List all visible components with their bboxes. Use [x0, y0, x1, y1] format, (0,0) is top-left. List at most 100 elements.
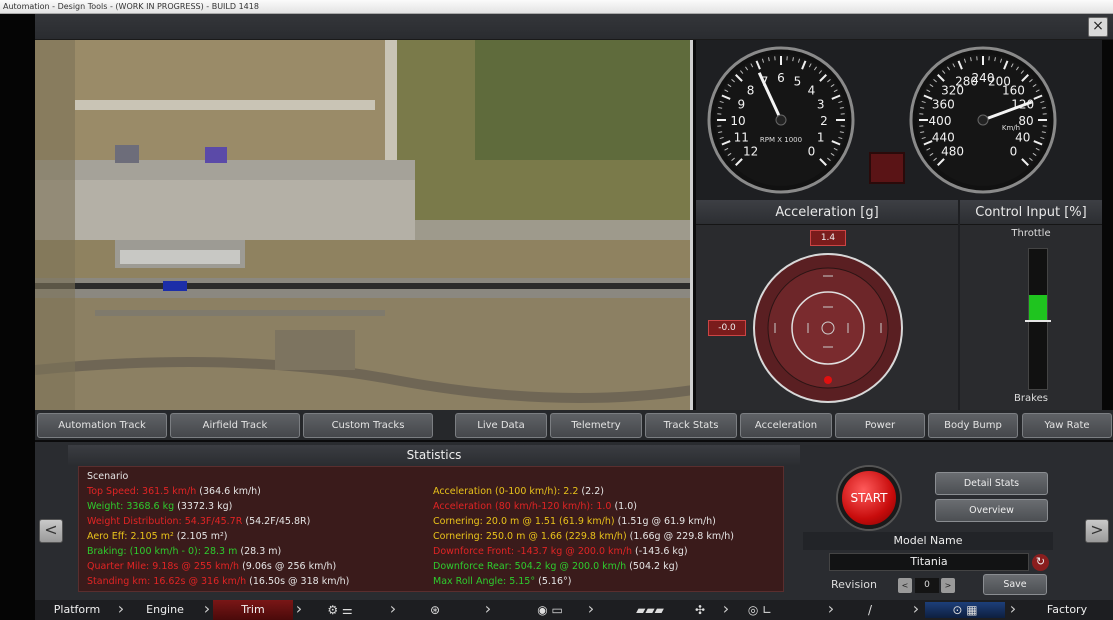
aerial-map-image [35, 40, 690, 410]
gauge-tick-label: 6 [777, 71, 785, 85]
stat-reference: (16.50s @ 318 km/h) [246, 576, 350, 587]
stat-reference: (1.66g @ 229.8 km/h) [626, 531, 735, 542]
brake-icon[interactable]: / [860, 602, 880, 618]
tab-telemetry[interactable]: Telemetry [550, 413, 642, 438]
control-input-panel: Control Input [%] Throttle Brakes [960, 200, 1102, 410]
window-title: Automation - Design Tools - (WORK IN PRO… [0, 0, 1113, 14]
gauge-tick-label: 5 [794, 74, 802, 88]
tab-track-stats[interactable]: Track Stats [645, 413, 737, 438]
model-name-field[interactable]: Titania [829, 553, 1029, 571]
tab-airfield-track[interactable]: Airfield Track [170, 413, 300, 438]
wheel-icon[interactable]: ⊛ [420, 602, 450, 618]
car-body-icon[interactable]: ▰▰▰ [615, 602, 685, 618]
start-button[interactable]: START [838, 467, 900, 529]
stat-reference: (364.6 km/h) [196, 486, 261, 497]
acceleration-title: Acceleration [g] [696, 200, 958, 225]
rpm-gauge: 0123456789101112RPM X 1000 [707, 46, 855, 194]
stat-row: Top Speed: 361.5 km/h (364.6 km/h) [87, 486, 261, 497]
throttle-bar [1029, 295, 1047, 320]
tyre-icon[interactable]: ◉ ▭ [525, 602, 575, 618]
stat-value: Max Roll Angle: 5.15° [433, 576, 536, 587]
chevron-right-icon: › [722, 599, 730, 618]
stat-row: Quarter Mile: 9.18s @ 255 km/h (9.06s @ … [87, 561, 336, 572]
input-track [1025, 248, 1051, 390]
stat-reference: (1.0) [611, 501, 637, 512]
gauge-tick-label: 11 [734, 130, 749, 144]
revision-decrement-button[interactable]: < [898, 578, 912, 593]
gauge-tick-label: 0 [1010, 144, 1018, 158]
stat-row: Max Roll Angle: 5.15° (5.16°) [433, 576, 571, 587]
chevron-right-icon: › [484, 599, 492, 618]
nav-factory[interactable]: Factory [1027, 600, 1107, 620]
tab-acceleration[interactable]: Acceleration [740, 413, 832, 438]
warning-light [869, 152, 905, 184]
stat-row: Cornering: 20.0 m @ 1.51 (61.9 km/h) (1.… [433, 516, 716, 527]
prev-arrow-button[interactable]: < [39, 519, 63, 543]
suspension-icon[interactable]: ⚙ ⚌ [320, 602, 360, 618]
stat-row: Downforce Rear: 504.2 kg @ 200.0 km/h (5… [433, 561, 678, 572]
stat-row: Aero Eff: 2.105 m² (2.105 m²) [87, 531, 227, 542]
stat-reference: (28.3 m) [237, 546, 282, 557]
stat-row: Cornering: 250.0 m @ 1.66 (229.8 km/h) (… [433, 531, 734, 542]
nav-trim[interactable]: Trim [213, 600, 293, 620]
tab-power[interactable]: Power [835, 413, 925, 438]
refresh-icon[interactable]: ↻ [1032, 554, 1049, 571]
gauge-tick-label: 4 [808, 84, 816, 98]
gauge-tick-label: 400 [929, 114, 952, 128]
stat-row: Braking: (100 km/h - 0): 28.3 m (28.3 m) [87, 546, 281, 557]
gauge-unit-label: RPM X 1000 [760, 136, 802, 144]
gauge-unit-label: Km/h [1002, 124, 1020, 132]
stat-row: Acceleration (0-100 km/h): 2.2 (2.2) [433, 486, 604, 497]
nav-engine[interactable]: Engine [129, 600, 201, 620]
next-arrow-button[interactable]: > [1085, 519, 1109, 543]
save-button[interactable]: Save [983, 574, 1047, 595]
stat-value: Standing km: 16.62s @ 316 km/h [87, 576, 247, 587]
stat-reference: (9.06s @ 256 km/h) [239, 561, 337, 572]
gauge-tick-label: 440 [932, 130, 955, 144]
gauge-tick-label: 0 [808, 144, 816, 158]
gauge-tick-label: 320 [941, 84, 964, 98]
input-center-line [1025, 320, 1051, 322]
close-button[interactable]: × [1088, 17, 1108, 37]
stat-value: Acceleration (0-100 km/h): 2.2 [433, 486, 579, 497]
chevron-right-icon: › [389, 599, 397, 618]
left-border [0, 14, 35, 620]
stat-value: Downforce Rear: 504.2 kg @ 200.0 km/h [433, 561, 627, 572]
stat-value: Braking: (100 km/h - 0): 28.3 m [87, 546, 238, 557]
chevron-right-icon: › [912, 599, 920, 618]
revision-value[interactable]: 0 [915, 578, 939, 593]
detail-stats-button[interactable]: Detail Stats [935, 472, 1048, 495]
bottom-nav: Platform › Engine › Trim › ⚙ ⚌ › ⊛ › ◉ ▭… [35, 600, 1113, 620]
gauge-tick-label: 12 [743, 144, 758, 158]
stat-row: Standing km: 16.62s @ 316 km/h (16.50s @… [87, 576, 349, 587]
stat-row: Weight Distribution: 54.3F/45.7R (54.2F/… [87, 516, 310, 527]
gauge-tick-label: 10 [730, 114, 745, 128]
stat-value: Downforce Front: -143.7 kg @ 200.0 km/h [433, 546, 633, 557]
gauge-tick-label: 2 [820, 114, 828, 128]
tab-automation-track[interactable]: Automation Track [37, 413, 167, 438]
stat-row: Downforce Front: -143.7 kg @ 200.0 km/h … [433, 546, 688, 557]
gauge-tick-label: 1 [817, 130, 825, 144]
top-strip [35, 14, 1113, 40]
chevron-right-icon: › [587, 599, 595, 618]
stat-reference: (1.51g @ 61.9 km/h) [614, 516, 716, 527]
fan-icon[interactable]: ✣ [690, 602, 710, 618]
stat-reference: (2.2) [578, 486, 604, 497]
stat-reference: (54.2F/45.8R) [242, 516, 311, 527]
overview-button[interactable]: Overview [935, 499, 1048, 522]
revision-increment-button[interactable]: > [941, 578, 955, 593]
gauge-tick-label: 8 [747, 84, 755, 98]
chevron-right-icon: › [827, 599, 835, 618]
chevron-right-icon: › [1009, 599, 1017, 618]
tab-yaw-rate[interactable]: Yaw Rate [1022, 413, 1112, 438]
stat-reference: (5.16°) [535, 576, 572, 587]
tab-live-data[interactable]: Live Data [455, 413, 547, 438]
g-dot [824, 376, 832, 384]
tab-body-bump[interactable]: Body Bump [928, 413, 1018, 438]
nav-platform[interactable]: Platform [39, 600, 115, 620]
testing-icon[interactable]: ⊙ ▦ [925, 602, 1005, 618]
track-map[interactable] [35, 40, 693, 410]
tab-custom-tracks[interactable]: Custom Tracks [303, 413, 433, 438]
gauge-tick-label: 40 [1015, 130, 1030, 144]
steering-icon[interactable]: ◎ ∟ [740, 602, 780, 618]
